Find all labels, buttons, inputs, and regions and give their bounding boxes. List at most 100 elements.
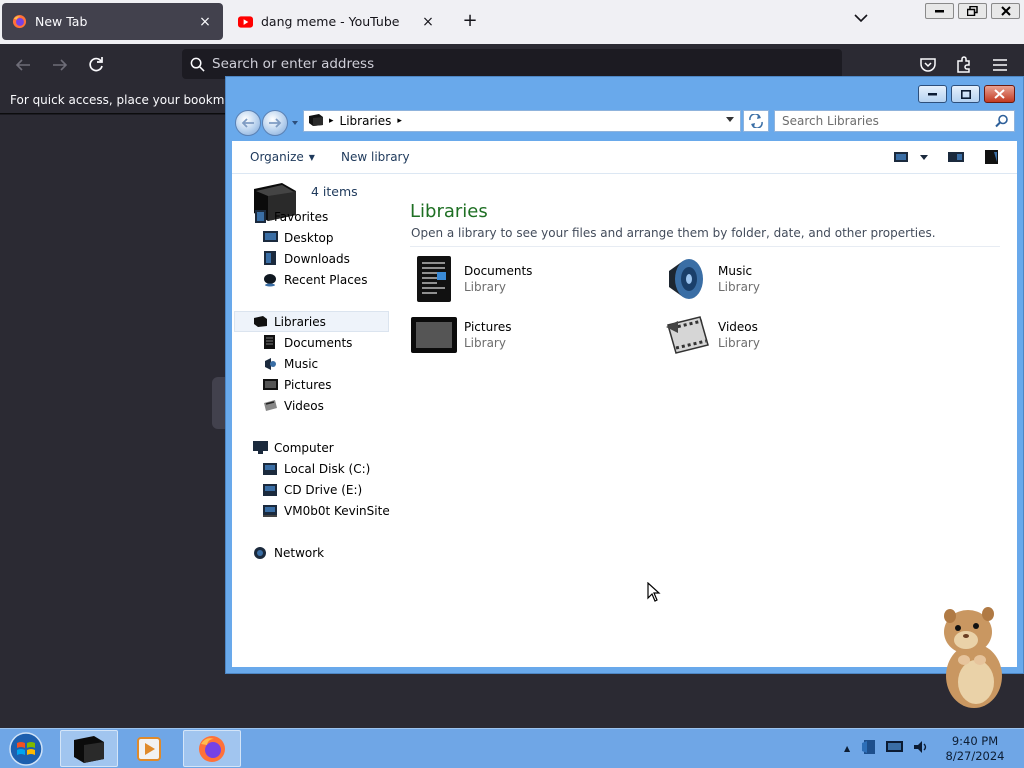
nav-pictures[interactable]: Pictures bbox=[262, 374, 418, 395]
chevron-down-icon bbox=[854, 14, 868, 23]
browser-restore-button[interactable] bbox=[958, 3, 987, 19]
nav-label: CD Drive (E:) bbox=[284, 482, 363, 497]
media-player-icon bbox=[137, 736, 161, 761]
forward-button[interactable] bbox=[50, 55, 72, 75]
tab-close-button[interactable]: × bbox=[197, 14, 213, 30]
nav-label: VM0b0t KevinSite bbox=[284, 503, 390, 518]
preview-pane-button[interactable] bbox=[948, 150, 966, 164]
desktop-icon bbox=[262, 230, 278, 246]
nav-cd-drive[interactable]: CD Drive (E:) bbox=[262, 479, 418, 500]
nav-label: Recent Places bbox=[284, 272, 368, 287]
new-library-label: New library bbox=[341, 150, 410, 164]
extensions-button[interactable] bbox=[954, 55, 976, 75]
library-tile-videos[interactable]: Videos Library bbox=[664, 311, 894, 359]
list-all-tabs-button[interactable] bbox=[854, 12, 874, 32]
firefox-icon bbox=[12, 14, 27, 29]
libraries-view: Libraries Open a library to see your fil… bbox=[410, 201, 1000, 667]
app-menu-button[interactable] bbox=[990, 55, 1012, 75]
explorer-minimize-button[interactable] bbox=[918, 85, 947, 103]
url-input[interactable]: Search or enter address bbox=[212, 56, 374, 72]
nav-documents[interactable]: Documents bbox=[262, 332, 418, 353]
nav-videos[interactable]: Videos bbox=[262, 395, 418, 416]
explorer-forward-button[interactable] bbox=[262, 110, 288, 136]
pocket-button[interactable] bbox=[918, 55, 940, 75]
volume-icon[interactable] bbox=[912, 739, 928, 758]
nav-network-share[interactable]: VM0b0t KevinSite bbox=[262, 500, 418, 521]
url-bar[interactable]: Search or enter address bbox=[182, 49, 842, 79]
computer-icon bbox=[252, 440, 268, 456]
videos-icon bbox=[262, 398, 278, 414]
library-name: Videos bbox=[718, 320, 758, 334]
nav-computer[interactable]: Computer bbox=[252, 437, 408, 458]
action-center-icon[interactable] bbox=[861, 739, 877, 758]
view-options-dropdown[interactable] bbox=[920, 155, 928, 160]
nav-desktop[interactable]: Desktop bbox=[262, 227, 418, 248]
library-type: Library bbox=[718, 280, 760, 294]
nav-label: Local Disk (C:) bbox=[284, 461, 371, 476]
browser-minimize-button[interactable] bbox=[925, 3, 954, 19]
library-tile-music[interactable]: Music Library bbox=[664, 255, 894, 303]
firefox-tab-strip: New Tab × dang meme - YouTube × + bbox=[0, 0, 1024, 44]
display-icon[interactable] bbox=[886, 740, 904, 757]
libraries-folder-icon bbox=[308, 113, 324, 130]
tab-label: New Tab bbox=[35, 14, 88, 29]
nav-label: Videos bbox=[284, 398, 324, 413]
drive-icon bbox=[262, 461, 278, 477]
documents-library-icon bbox=[410, 255, 458, 303]
hamster-desktop-pet[interactable] bbox=[936, 604, 1008, 710]
nav-local-disk[interactable]: Local Disk (C:) bbox=[262, 458, 418, 479]
explorer-maximize-button[interactable] bbox=[951, 85, 980, 103]
taskbar-explorer-button[interactable] bbox=[60, 730, 118, 767]
nav-favorites[interactable]: Favorites bbox=[252, 206, 408, 227]
search-icon bbox=[182, 57, 212, 72]
nav-downloads[interactable]: Downloads bbox=[262, 248, 418, 269]
search-libraries-input[interactable]: Search Libraries bbox=[774, 110, 1015, 132]
explorer-close-button[interactable] bbox=[984, 85, 1015, 103]
address-history-dropdown[interactable] bbox=[726, 117, 734, 122]
close-icon bbox=[1000, 6, 1011, 16]
divider bbox=[410, 246, 1000, 247]
explorer-content-area: Organize ▼ New library 4 items Favorites… bbox=[232, 141, 1017, 667]
nav-label: Pictures bbox=[284, 377, 332, 392]
tab-label: dang meme - YouTube bbox=[261, 14, 400, 29]
nav-network[interactable]: Network bbox=[252, 542, 408, 563]
nav-libraries[interactable]: Libraries bbox=[234, 311, 389, 332]
nav-music[interactable]: Music bbox=[262, 353, 418, 374]
taskbar-clock[interactable]: 9:40 PM 8/27/2024 bbox=[940, 734, 1010, 764]
explorer-back-button[interactable] bbox=[235, 110, 261, 136]
puzzle-icon bbox=[957, 56, 970, 73]
tab-youtube[interactable]: dang meme - YouTube × bbox=[228, 3, 446, 40]
taskbar-media-player-button[interactable] bbox=[120, 730, 178, 767]
change-view-button[interactable] bbox=[894, 150, 912, 164]
breadcrumb-libraries[interactable]: Libraries bbox=[340, 114, 392, 128]
chevron-down-icon: ▼ bbox=[308, 152, 315, 162]
tab-new-tab[interactable]: New Tab × bbox=[2, 3, 223, 40]
tab-close-button[interactable]: × bbox=[420, 14, 436, 30]
nav-label: Downloads bbox=[284, 251, 350, 266]
reload-button[interactable] bbox=[86, 55, 108, 75]
help-button[interactable] bbox=[984, 150, 1002, 164]
libraries-explorer-window: ▸ Libraries ▸ Search Libraries Organize … bbox=[225, 76, 1024, 674]
start-button[interactable] bbox=[7, 731, 45, 767]
taskbar-firefox-button[interactable] bbox=[183, 730, 241, 767]
mouse-pointer-icon bbox=[647, 581, 661, 605]
search-icon[interactable] bbox=[995, 114, 1009, 131]
documents-icon bbox=[262, 335, 278, 351]
organize-button[interactable]: Organize ▼ bbox=[250, 150, 315, 164]
minimize-icon bbox=[927, 93, 937, 96]
address-bar[interactable]: ▸ Libraries ▸ bbox=[303, 110, 741, 132]
library-tile-documents[interactable]: Documents Library bbox=[410, 255, 640, 303]
recent-pages-dropdown[interactable] bbox=[292, 121, 298, 125]
browser-close-button[interactable] bbox=[991, 3, 1020, 19]
recent-places-icon bbox=[262, 272, 278, 288]
new-library-button[interactable]: New library bbox=[341, 150, 410, 164]
windows-start-icon bbox=[9, 732, 43, 766]
new-tab-button[interactable]: + bbox=[460, 11, 480, 31]
library-type: Library bbox=[718, 336, 760, 350]
show-hidden-icons-button[interactable]: ▲ bbox=[844, 744, 850, 753]
nav-recent-places[interactable]: Recent Places bbox=[262, 269, 418, 290]
breadcrumb-chevron-icon[interactable]: ▸ bbox=[397, 116, 402, 126]
library-tile-pictures[interactable]: Pictures Library bbox=[410, 311, 640, 359]
back-button[interactable] bbox=[13, 55, 35, 75]
refresh-button[interactable] bbox=[743, 110, 769, 132]
